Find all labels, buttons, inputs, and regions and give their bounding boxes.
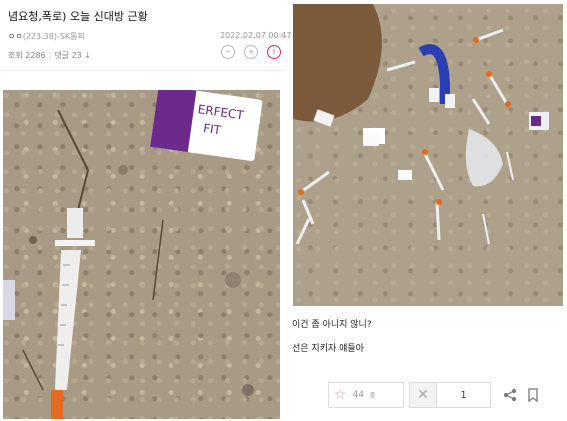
fixed-recommend-count: 8	[370, 390, 376, 400]
report-icon[interactable]: !	[267, 45, 281, 59]
post-stats: 조회 2286 | 댓글 23 ↓	[8, 50, 91, 61]
bookmark-icon[interactable]	[527, 388, 539, 402]
dislike-count: 1	[460, 389, 467, 401]
photo-syringe-ground: ERFECT FIT	[3, 90, 280, 419]
packet-text-line2: FIT	[202, 121, 222, 137]
caption-line-2: 선은 지키자 얘들아	[292, 344, 364, 354]
photo-syringes-drawing	[293, 4, 549, 245]
post-ip: (223.38)	[22, 32, 57, 41]
close-icon: ✕	[410, 383, 437, 407]
zoom-in-icon[interactable]: +	[244, 45, 258, 59]
post-tools: − + !	[221, 45, 281, 59]
recommend-actions: ☆ 44 8 ✕ 1	[328, 381, 539, 409]
recommend-count: 44	[352, 390, 365, 400]
post-title: 념요청,폭로) 오늘 신대방 근황	[8, 10, 148, 23]
post-author[interactable]: ㅇㅇ	[8, 32, 23, 41]
header-divider	[0, 70, 285, 71]
star-icon: ☆	[334, 387, 347, 403]
post-carrier: -SK통피	[56, 32, 85, 41]
dislike-button[interactable]: ✕ 1	[409, 382, 491, 408]
zoom-out-icon[interactable]: −	[221, 45, 235, 59]
photo-syringes-scattered	[293, 4, 563, 306]
caption-line-1: 이건 좀 아니지 않니?	[292, 320, 372, 330]
views-count: 조회 2286	[8, 51, 46, 60]
stats-divider: |	[48, 51, 52, 60]
post-panel: 념요청,폭로) 오늘 신대방 근황 ㅇㅇ(223.38)-SK통피 2022.0…	[0, 0, 291, 421]
photo-syringe-drawing: ERFECT FIT	[3, 90, 263, 419]
share-icon[interactable]	[503, 388, 517, 402]
post-date: 2022.02.07 00:47	[220, 31, 292, 40]
recommend-button[interactable]: ☆ 44 8	[328, 382, 404, 408]
post-meta: ㅇㅇ(223.38)-SK통피 2022.02.07 00:47	[8, 31, 291, 42]
comments-link[interactable]: 댓글 23 ↓	[54, 51, 91, 60]
